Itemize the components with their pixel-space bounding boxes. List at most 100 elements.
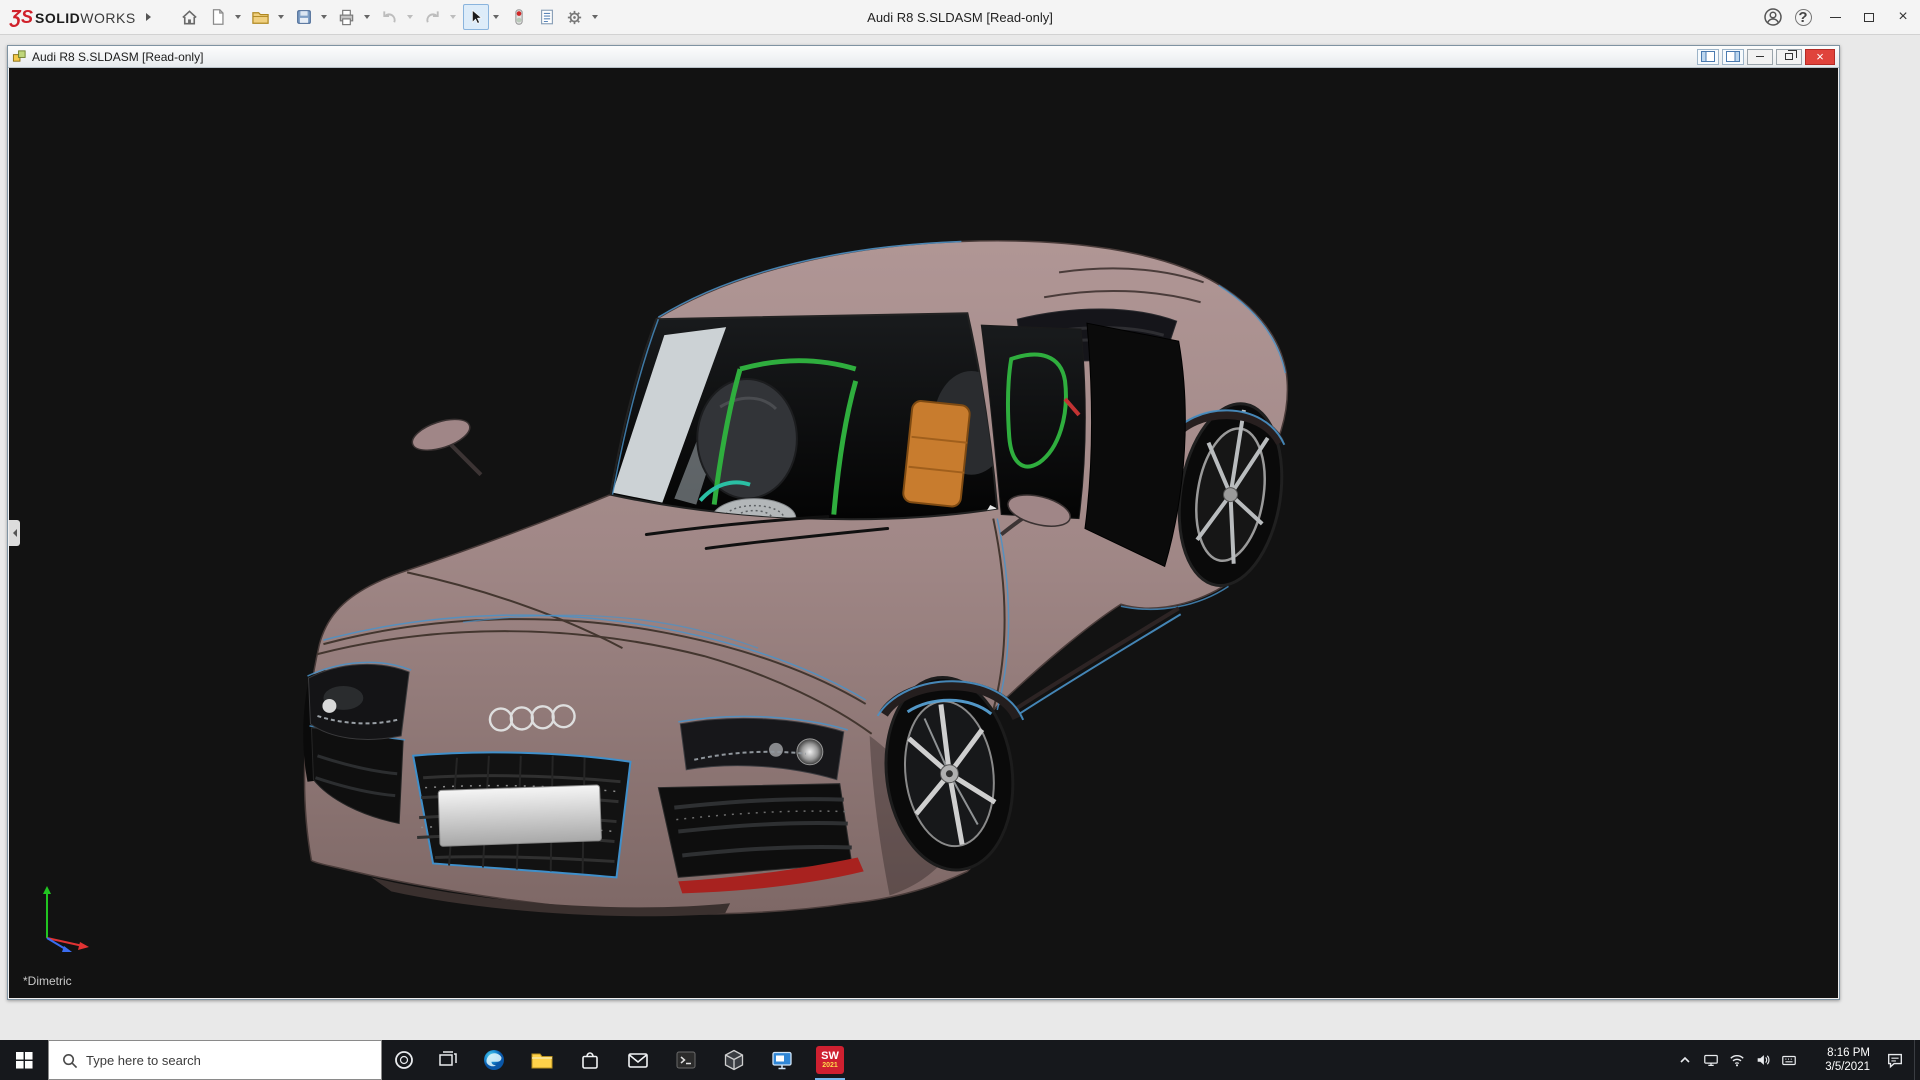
tray-network-button[interactable] <box>1724 1040 1750 1080</box>
view-orientation-label: *Dimetric <box>23 974 72 988</box>
start-button[interactable] <box>0 1040 48 1080</box>
pane-toggle-right-button[interactable] <box>1722 49 1744 65</box>
undo-dropdown[interactable] <box>405 4 415 30</box>
minimize-icon <box>1830 17 1841 18</box>
monitor-app-button[interactable] <box>758 1040 806 1080</box>
solidworks-version-badge: 2021 <box>822 1062 838 1070</box>
save-button[interactable] <box>291 4 317 30</box>
brand-works-text: WORKS <box>80 10 135 26</box>
file-explorer-icon <box>530 1048 554 1072</box>
pane-right-icon <box>1726 51 1740 62</box>
document-window: Audi R8 S.SLDASM [Read-only] × <box>7 45 1840 1000</box>
app-minimize-button[interactable] <box>1818 0 1852 35</box>
taskbar-clock[interactable]: 8:16 PM 3/5/2021 <box>1802 1040 1876 1080</box>
mail-icon <box>626 1048 650 1072</box>
new-document-button[interactable] <box>205 4 231 30</box>
windows-taskbar: SW 2021 8:16 PM 3/5/2021 <box>0 1040 1920 1080</box>
home-button[interactable] <box>177 4 203 30</box>
cube-app-button[interactable] <box>710 1040 758 1080</box>
open-folder-icon <box>251 8 270 27</box>
cube-app-icon <box>722 1048 746 1072</box>
select-arrow-icon <box>467 8 485 26</box>
taskbar-search[interactable] <box>48 1040 382 1080</box>
task-view-button[interactable] <box>426 1040 470 1080</box>
account-button[interactable] <box>1758 0 1788 35</box>
file-properties-button[interactable] <box>534 4 560 30</box>
file-properties-icon <box>538 8 556 26</box>
help-icon: ? <box>1795 9 1812 26</box>
open-dropdown[interactable] <box>276 4 286 30</box>
monitor-app-icon <box>770 1048 794 1072</box>
clock-time: 8:16 PM <box>1827 1046 1870 1060</box>
feature-manager-collapse-tab[interactable] <box>9 520 20 546</box>
close-icon: × <box>1898 9 1907 25</box>
titlebar-right-controls: ? × <box>1758 0 1920 35</box>
print-button[interactable] <box>334 4 360 30</box>
doc-close-button[interactable]: × <box>1805 49 1835 65</box>
brand-solid-text: SOLID <box>35 10 80 26</box>
cortana-button[interactable] <box>382 1040 426 1080</box>
tray-keyboard-button[interactable] <box>1776 1040 1802 1080</box>
terminal-icon <box>674 1048 698 1072</box>
quick-access-toolbar <box>177 4 603 30</box>
windows-logo-icon <box>16 1052 33 1069</box>
graphics-viewport[interactable]: *Dimetric <box>9 68 1838 998</box>
doc-restore-icon <box>1785 53 1793 60</box>
orientation-triad <box>33 880 97 952</box>
doc-minimize-button[interactable] <box>1747 49 1773 65</box>
help-button[interactable]: ? <box>1788 0 1818 35</box>
tray-monitor-button[interactable] <box>1698 1040 1724 1080</box>
redo-dropdown[interactable] <box>448 4 458 30</box>
redo-button[interactable] <box>420 4 446 30</box>
action-center-button[interactable] <box>1876 1040 1914 1080</box>
mail-app-button[interactable] <box>614 1040 662 1080</box>
options-button[interactable] <box>562 4 588 30</box>
document-titlebar[interactable]: Audi R8 S.SLDASM [Read-only] × <box>8 46 1839 68</box>
system-tray: 8:16 PM 3/5/2021 <box>1672 1040 1920 1080</box>
solidworks-logo: ƷS SOLIDWORKS <box>10 7 136 28</box>
redo-icon <box>423 8 442 27</box>
edge-app-button[interactable] <box>470 1040 518 1080</box>
new-document-dropdown[interactable] <box>233 4 243 30</box>
rebuild-button[interactable] <box>506 4 532 30</box>
store-bag-icon <box>578 1048 602 1072</box>
terminal-app-button[interactable] <box>662 1040 710 1080</box>
show-desktop-button[interactable] <box>1914 1040 1920 1080</box>
open-button[interactable] <box>248 4 274 30</box>
save-dropdown[interactable] <box>319 4 329 30</box>
wifi-icon <box>1729 1052 1745 1068</box>
touch-keyboard-icon <box>1781 1052 1797 1068</box>
solidworks-app-icon: SW 2021 <box>816 1046 844 1074</box>
options-dropdown[interactable] <box>590 4 600 30</box>
pane-toggle-left-button[interactable] <box>1697 49 1719 65</box>
gear-icon <box>565 8 584 27</box>
doc-restore-button[interactable] <box>1776 49 1802 65</box>
edge-icon <box>482 1048 506 1072</box>
solidworks-app-button[interactable]: SW 2021 <box>806 1040 854 1080</box>
tray-overflow-button[interactable] <box>1672 1040 1698 1080</box>
search-input[interactable] <box>86 1053 381 1068</box>
home-icon <box>180 8 199 27</box>
task-view-icon <box>438 1050 458 1070</box>
select-tool-button[interactable] <box>463 4 489 30</box>
app-maximize-button[interactable] <box>1852 0 1886 35</box>
doc-minimize-icon <box>1756 56 1764 57</box>
store-app-button[interactable] <box>566 1040 614 1080</box>
select-dropdown[interactable] <box>491 4 501 30</box>
maximize-icon <box>1864 13 1874 22</box>
menu-expander-icon[interactable] <box>146 13 151 21</box>
print-dropdown[interactable] <box>362 4 372 30</box>
rebuild-icon <box>510 8 528 26</box>
pane-left-icon <box>1701 51 1715 62</box>
file-explorer-app-button[interactable] <box>518 1040 566 1080</box>
undo-button[interactable] <box>377 4 403 30</box>
tray-volume-button[interactable] <box>1750 1040 1776 1080</box>
cortana-icon <box>394 1050 414 1070</box>
chevron-up-icon <box>1678 1053 1692 1067</box>
document-title: Audi R8 S.SLDASM [Read-only] <box>32 50 203 64</box>
doc-close-icon: × <box>1816 50 1824 63</box>
audi-r8-3d-model <box>9 68 1838 998</box>
user-account-icon <box>1763 7 1783 27</box>
print-icon <box>337 8 356 27</box>
app-close-button[interactable]: × <box>1886 0 1920 35</box>
